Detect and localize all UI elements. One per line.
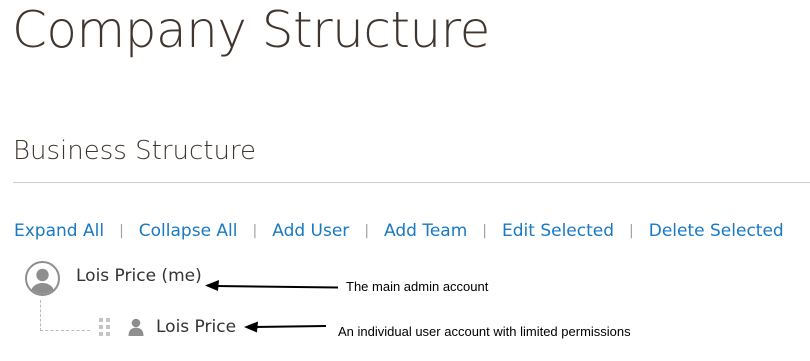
action-separator: | [252,223,258,239]
action-separator: | [629,223,634,239]
collapse-all-link[interactable]: Collapse All [139,221,238,241]
drag-handle-icon[interactable] [99,318,111,338]
section-title: Business Structure [13,136,257,166]
annotation-arrow-child [244,321,327,333]
user-avatar-icon[interactable] [25,261,60,296]
add-team-link[interactable]: Add Team [384,221,467,241]
action-separator: | [119,223,124,239]
annotation-child-text: An individual user account with limited … [338,324,631,339]
section-divider [13,182,810,183]
action-separator: | [482,223,487,239]
tree-node-child-label[interactable]: Lois Price [156,317,236,337]
annotation-root-text: The main admin account [346,279,489,294]
annotation-arrow-root [205,280,339,291]
delete-selected-link[interactable]: Delete Selected [649,221,784,241]
tree-actions-bar: Expand All | Collapse All | Add User | A… [14,218,784,244]
add-user-link[interactable]: Add User [272,221,349,241]
expand-all-link[interactable]: Expand All [14,221,104,241]
avatar-silhouette [31,268,54,294]
action-separator: | [364,223,370,239]
edit-selected-link[interactable]: Edit Selected [502,221,614,241]
page-title: Company Structure [12,1,490,59]
tree-connector-line [40,300,90,331]
user-icon [128,318,144,336]
tree-node-root-label[interactable]: Lois Price (me) [76,266,202,286]
